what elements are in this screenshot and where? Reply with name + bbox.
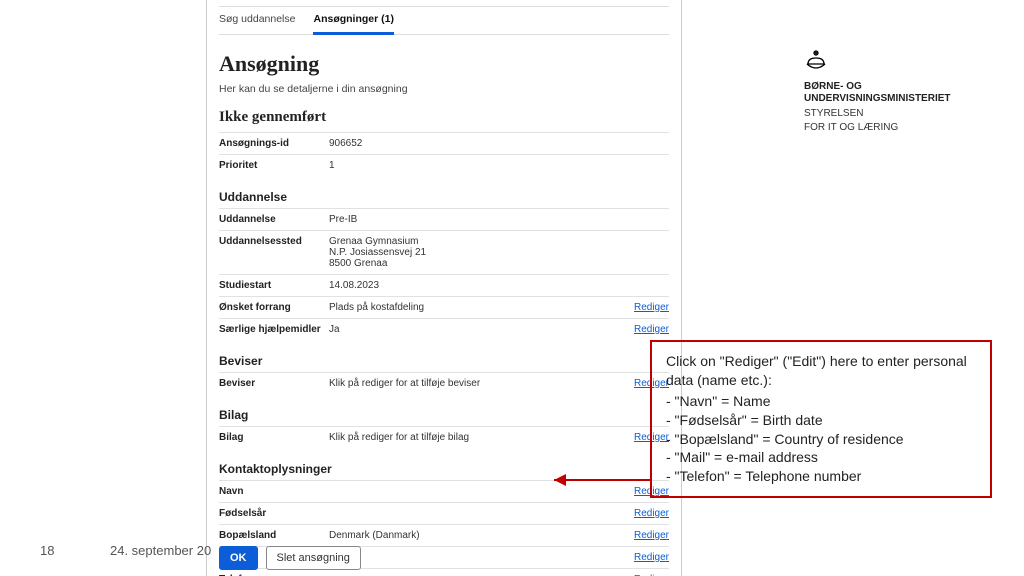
value: Plads på kostafdeling	[329, 302, 626, 313]
location-line2: N.P. Josiassensvej 21	[329, 247, 669, 258]
button-bar: OK Slet ansøgning	[219, 546, 361, 570]
section-education: Uddannelse	[219, 190, 669, 204]
value: 14.08.2023	[329, 280, 669, 291]
label: Særlige hjælpemidler	[219, 324, 329, 335]
label: Ansøgnings-id	[219, 138, 329, 149]
callout-item: - "Bopælsland" = Country of residence	[666, 430, 976, 449]
row-attachments: Bilag Klik på rediger for at tilføje bil…	[219, 426, 669, 448]
label: Bilag	[219, 432, 329, 443]
application-panel: Søg uddannelse Ansøgninger (1) Ansøgning…	[206, 0, 682, 576]
row-priority-wish: Ønsket forrang Plads på kostafdeling Red…	[219, 296, 669, 318]
section-attachments: Bilag	[219, 408, 669, 422]
label: Fødselsår	[219, 508, 329, 519]
section-contact: Kontaktoplysninger	[219, 462, 669, 476]
callout-translations: - "Navn" = Name - "Fødselsår" = Birth da…	[666, 392, 976, 486]
slide-date: 24. september 20	[110, 543, 211, 558]
crown-icon	[804, 50, 984, 79]
callout-intro: Click on "Rediger" ("Edit") here to ente…	[666, 352, 976, 390]
label: Uddannelse	[219, 214, 329, 225]
status-title: Ikke gennemført	[219, 109, 669, 126]
value: Denmark (Danmark)	[329, 530, 626, 541]
edit-link[interactable]: Rediger	[634, 302, 669, 313]
edit-link[interactable]: Rediger	[634, 324, 669, 335]
edit-link[interactable]: Rediger	[634, 508, 669, 519]
logo-text-2a: STYRELSEN	[804, 108, 984, 121]
value: Ja	[329, 324, 626, 335]
label: Studiestart	[219, 280, 329, 291]
section-certificates: Beviser	[219, 354, 669, 368]
label: Ønsket forrang	[219, 302, 329, 313]
value: Klik på rediger for at tilføje bilag	[329, 432, 626, 443]
row-priority: Prioritet 1	[219, 154, 669, 176]
row-education: Uddannelse Pre-IB	[219, 208, 669, 230]
row-name: Navn Rediger	[219, 480, 669, 502]
row-special-aids: Særlige hjælpemidler Ja Rediger	[219, 318, 669, 340]
page-subtitle: Her kan du se detaljerne i din ansøgning	[219, 83, 669, 95]
row-birth-year: Fødselsår Rediger	[219, 502, 669, 524]
value: Klik på rediger for at tilføje beviser	[329, 378, 626, 389]
location-line3: 8500 Grenaa	[329, 258, 669, 269]
tab-search-education[interactable]: Søg uddannelse	[219, 7, 295, 34]
logo-text-2b: FOR IT OG LÆRING	[804, 122, 984, 135]
page-title: Ansøgning	[219, 51, 669, 77]
row-application-id: Ansøgnings-id 906652	[219, 132, 669, 154]
label: Prioritet	[219, 160, 329, 171]
edit-link[interactable]: Rediger	[634, 530, 669, 541]
label: Bopælsland	[219, 530, 329, 541]
row-certificates: Beviser Klik på rediger for at tilføje b…	[219, 372, 669, 394]
value: 906652	[329, 138, 669, 149]
label: Navn	[219, 486, 329, 497]
tab-bar: Søg uddannelse Ansøgninger (1)	[219, 6, 669, 35]
callout-item: - "Mail" = e-mail address	[666, 448, 976, 467]
logo-text-1b: UNDERVISNINGSMINISTERIET	[804, 93, 984, 106]
callout-item: - "Navn" = Name	[666, 392, 976, 411]
label: Beviser	[219, 378, 329, 389]
tab-applications[interactable]: Ansøgninger (1)	[313, 7, 394, 35]
callout-item: - "Telefon" = Telephone number	[666, 467, 976, 486]
delete-application-button[interactable]: Slet ansøgning	[266, 546, 361, 570]
value: Pre-IB	[329, 214, 669, 225]
ministry-logo: BØRNE- OG UNDERVISNINGSMINISTERIET STYRE…	[804, 50, 984, 135]
page-number: 18	[40, 543, 54, 558]
row-education-location: Uddannelsessted Grenaa Gymnasium N.P. Jo…	[219, 230, 669, 274]
edit-link[interactable]: Rediger	[634, 552, 669, 563]
annotation-callout: Click on "Rediger" ("Edit") here to ente…	[650, 340, 992, 498]
label: Uddannelsessted	[219, 236, 329, 247]
location-line1: Grenaa Gymnasium	[329, 236, 669, 247]
callout-item: - "Fødselsår" = Birth date	[666, 411, 976, 430]
logo-text-1a: BØRNE- OG	[804, 81, 984, 94]
row-country: Bopælsland Denmark (Danmark) Rediger	[219, 524, 669, 546]
row-start-date: Studiestart 14.08.2023	[219, 274, 669, 296]
value: 1	[329, 160, 669, 171]
value: Grenaa Gymnasium N.P. Josiassensvej 21 8…	[329, 236, 669, 269]
ok-button[interactable]: OK	[219, 546, 258, 570]
